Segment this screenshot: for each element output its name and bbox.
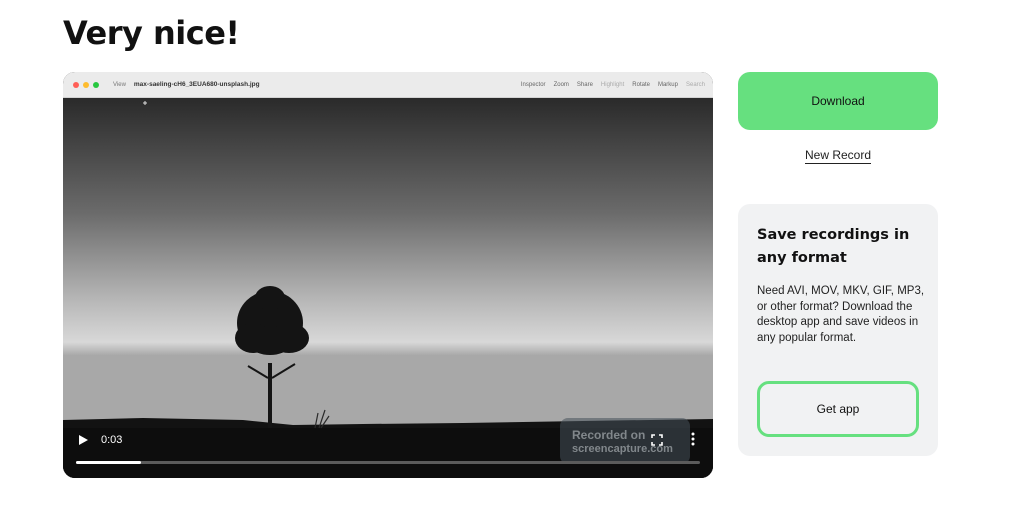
window-controls — [69, 81, 99, 88]
file-name: max-saeling-cH6_3EUA680-unsplash.jpg — [133, 81, 260, 88]
promo-title: Save recordings in any format — [757, 227, 910, 266]
download-button[interactable]: Download — [738, 72, 938, 130]
new-record-label[interactable]: New Record — [804, 148, 872, 164]
close-dot-icon — [73, 81, 79, 88]
promo-description: Need AVI, MOV, MKV, GIF, MP3, or other f… — [757, 285, 925, 344]
toolbar-item: Share — [576, 81, 593, 88]
toolbar-item: Inspector — [520, 81, 546, 88]
promo-card: Save recordings in any format Need AVI, … — [738, 204, 938, 456]
toolbar-item: Rotate — [632, 81, 650, 88]
more-vertical-icon[interactable] — [690, 431, 696, 447]
zoom-dot-icon — [93, 81, 99, 88]
fullscreen-icon[interactable] — [651, 433, 663, 446]
toolbar-item: Search — [685, 81, 705, 88]
progress-bar[interactable] — [76, 461, 700, 464]
minimize-dot-icon — [83, 81, 89, 88]
new-record-link[interactable]: New Record — [738, 148, 938, 164]
window-toolbar: Inspector Zoom Share Highlight Rotate Ma… — [521, 82, 705, 88]
toolbar-item: Zoom — [553, 81, 569, 88]
get-app-button[interactable]: Get app — [757, 381, 919, 437]
progress-fill — [76, 461, 141, 464]
window-title-bar: View max-saeling-cH6_3EUA680-unsplash.jp… — [63, 72, 713, 98]
current-time: 0:03 — [101, 434, 123, 446]
toolbar-item: Highlight — [600, 81, 625, 88]
play-icon[interactable] — [77, 433, 91, 447]
video-player[interactable]: View max-saeling-cH6_3EUA680-unsplash.jp… — [63, 72, 713, 478]
toolbar-item: Markup — [657, 81, 678, 88]
menu-view: View — [113, 81, 126, 88]
page-title: Very nice! — [63, 14, 240, 52]
player-controls: 0:03 — [63, 427, 713, 477]
